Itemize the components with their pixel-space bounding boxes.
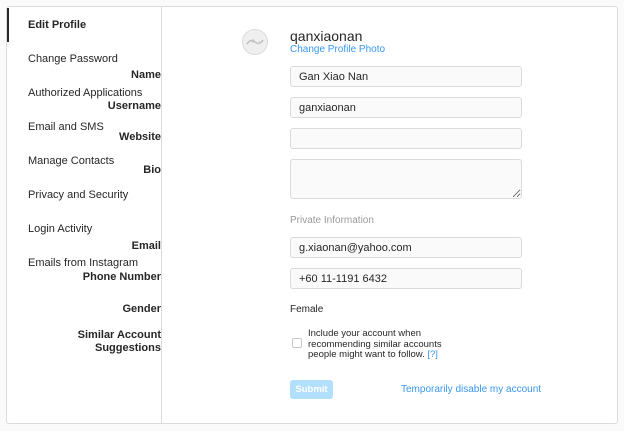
private-information-heading: Private Information (290, 215, 374, 226)
website-field[interactable] (290, 128, 522, 149)
username-label: Username (107, 100, 161, 112)
similar-account-label-line2: Suggestions (94, 342, 161, 354)
phone-number-label: Phone Number (82, 271, 161, 283)
similar-account-suggestions-label: Similar Account Suggestions (41, 329, 161, 355)
email-field[interactable] (290, 237, 522, 258)
edit-profile-form: qanxiaonan Change Profile Photo Name Use… (78, 7, 617, 423)
change-profile-photo-link[interactable]: Change Profile Photo (290, 44, 385, 55)
name-field[interactable] (290, 66, 522, 87)
sidebar-item-privacy-and-security[interactable]: Privacy and Security (7, 178, 161, 212)
name-label: Name (131, 69, 161, 81)
similar-accounts-help-link[interactable]: [?] (427, 349, 438, 360)
temporarily-disable-account-link[interactable]: Temporarily disable my account (401, 384, 541, 395)
similar-account-label-line1: Similar Account (77, 329, 161, 341)
avatar-icon (246, 39, 264, 45)
avatar[interactable] (242, 29, 268, 55)
website-label: Website (119, 131, 161, 143)
submit-button[interactable]: Submit (290, 380, 333, 399)
username-field[interactable] (290, 97, 522, 118)
profile-username: qanxiaonan (290, 28, 363, 44)
similar-accounts-text: Include your account when recommending s… (308, 328, 442, 360)
settings-card: Edit Profile Change Password Authorized … (6, 6, 618, 424)
gender-label: Gender (122, 303, 161, 315)
email-label: Email (131, 240, 161, 252)
phone-number-field[interactable] (290, 268, 522, 289)
bio-field[interactable] (290, 159, 522, 199)
sidebar-item-edit-profile[interactable]: Edit Profile (7, 8, 161, 42)
similar-accounts-description: Include your account when recommending s… (308, 328, 458, 361)
bio-label: Bio (143, 164, 161, 176)
similar-accounts-checkbox[interactable] (292, 338, 302, 348)
gender-value[interactable]: Female (290, 304, 323, 315)
